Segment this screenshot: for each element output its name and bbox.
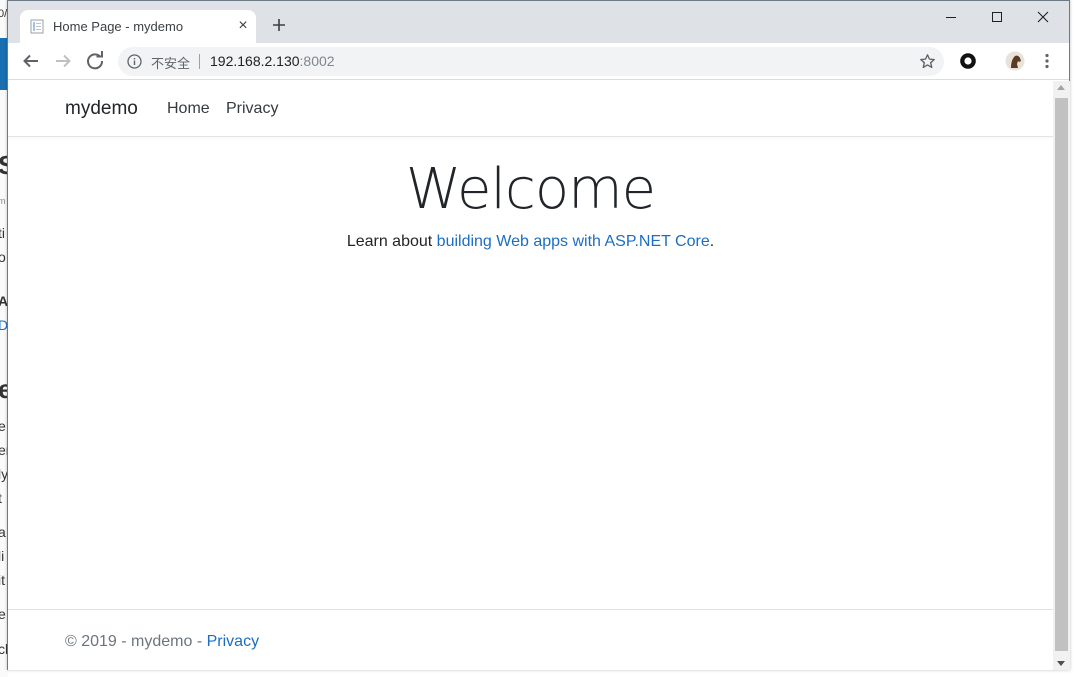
background-text: o <box>0 249 6 265</box>
lead-suffix: . <box>709 233 715 250</box>
scroll-up-arrow-icon[interactable] <box>1057 85 1065 90</box>
menu-kebab-icon[interactable] <box>1040 52 1054 70</box>
background-text: e <box>0 606 6 622</box>
background-text: t <box>0 490 2 506</box>
background-text: it <box>0 572 5 588</box>
page-icon <box>30 19 44 34</box>
window-close-icon[interactable] <box>1020 5 1066 29</box>
page-heading: Welcome <box>405 157 656 222</box>
tab-title: Home Page - mydemo <box>53 19 184 34</box>
new-tab-plus-icon[interactable] <box>267 13 291 37</box>
browser-window: Home Page - mydemo × 不安全 192.168.2.130:8… <box>7 0 1070 670</box>
url-port: :8002 <box>299 53 335 69</box>
footer-privacy-link[interactable]: Privacy <box>207 633 259 650</box>
minimize-icon[interactable] <box>928 5 974 29</box>
security-status-label[interactable]: 不安全 <box>151 53 190 72</box>
address-separator <box>199 54 200 69</box>
browser-tab[interactable]: Home Page - mydemo × <box>20 10 256 43</box>
address-bar[interactable]: 不安全 192.168.2.130:8002 <box>118 47 944 76</box>
lead-prefix: Learn about <box>346 233 437 250</box>
scrollbar-thumb[interactable] <box>1055 98 1068 651</box>
tab-close-icon[interactable]: × <box>234 17 252 35</box>
scroll-down-arrow-icon[interactable] <box>1057 661 1065 666</box>
site-navbar: mydemo Home Privacy <box>8 81 1053 137</box>
background-text: ti <box>0 225 5 241</box>
background-text: e <box>0 418 6 434</box>
back-arrow-icon[interactable] <box>19 49 43 73</box>
info-icon[interactable] <box>127 54 142 69</box>
maximize-icon[interactable] <box>974 5 1020 29</box>
background-text: m <box>0 196 6 206</box>
nav-link-privacy[interactable]: Privacy <box>226 100 278 118</box>
browser-toolbar: 不安全 192.168.2.130:8002 <box>8 43 1069 80</box>
background-text: li <box>0 548 5 564</box>
profile-avatar-icon[interactable] <box>1005 51 1025 71</box>
url-host: 192.168.2.130 <box>210 53 300 69</box>
site-footer: © 2019 - mydemo - Privacy <box>8 609 1053 670</box>
forward-arrow-icon[interactable] <box>51 49 75 73</box>
vertical-scrollbar[interactable] <box>1053 81 1070 670</box>
aspnet-docs-link[interactable]: building Web apps with ASP.NET Core <box>437 233 710 250</box>
footer-text: © 2019 - mydemo - Privacy <box>65 633 259 651</box>
background-text: a <box>0 524 6 540</box>
site-brand-link[interactable]: mydemo <box>65 98 138 120</box>
lead-paragraph: Learn about building Web apps with ASP.N… <box>8 233 1053 251</box>
extension-ring-icon[interactable] <box>959 52 977 70</box>
url-text[interactable]: 192.168.2.130:8002 <box>210 53 335 69</box>
copyright-text: © 2019 - mydemo - <box>65 633 207 650</box>
nav-link-home[interactable]: Home <box>167 100 210 118</box>
title-bar: Home Page - mydemo × <box>8 1 1069 43</box>
reload-icon[interactable] <box>83 49 107 73</box>
page-viewport: mydemo Home Privacy Welcome Learn about … <box>8 81 1053 670</box>
bookmark-star-icon[interactable] <box>918 52 937 71</box>
